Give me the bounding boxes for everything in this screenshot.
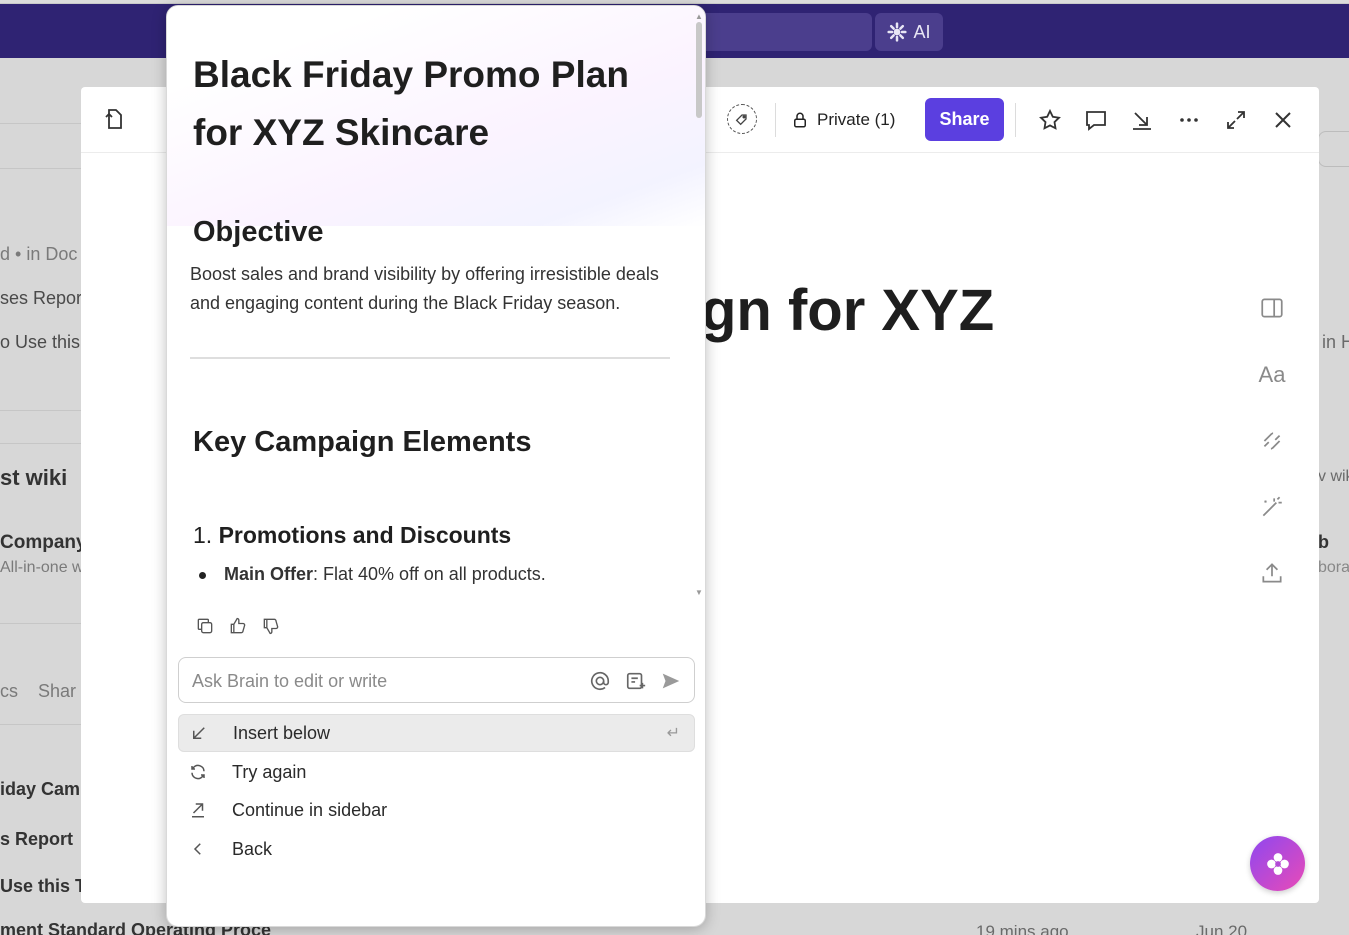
upload-icon[interactable] xyxy=(1257,558,1287,588)
send-icon[interactable] xyxy=(660,670,682,692)
divider xyxy=(0,410,82,411)
expand-icon[interactable] xyxy=(1223,107,1249,133)
list-item: Main Offer: Flat 40% off on all products… xyxy=(199,564,546,585)
bg-list-item: s Report xyxy=(0,829,74,849)
insert-below-option[interactable]: Insert below ↵ xyxy=(178,714,695,752)
star-icon[interactable] xyxy=(1037,107,1063,133)
thumbs-down-icon[interactable] xyxy=(261,616,281,636)
divider xyxy=(0,443,82,444)
scroll-up-icon[interactable]: ▲ xyxy=(695,12,703,21)
background-search-button xyxy=(1318,131,1349,167)
back-label: Back xyxy=(232,838,273,859)
bg-list-item: iday Camp xyxy=(0,779,92,799)
divider xyxy=(0,724,82,725)
template-icon[interactable] xyxy=(625,670,647,692)
bullet-text: : Flat 40% off on all products. xyxy=(313,564,546,584)
bullet-label: Main Offer xyxy=(224,564,314,584)
try-again-label: Try again xyxy=(232,761,307,782)
download-icon[interactable] xyxy=(1129,107,1155,133)
divider xyxy=(775,103,776,137)
copy-icon[interactable] xyxy=(195,616,215,636)
magic-wand-icon[interactable] xyxy=(1257,492,1287,522)
divider xyxy=(190,357,670,359)
objective-heading: Objective xyxy=(193,216,324,248)
comment-icon[interactable] xyxy=(1083,107,1109,133)
close-icon[interactable] xyxy=(1270,107,1296,133)
chevron-left-icon xyxy=(189,840,211,858)
tag-icon[interactable] xyxy=(727,104,757,134)
brain-fab-button[interactable] xyxy=(1250,836,1305,891)
objective-text: Boost sales and brand visibility by offe… xyxy=(190,264,659,313)
section-number: 1. xyxy=(193,522,213,548)
bg-right-text: bora xyxy=(1318,559,1349,576)
doc-switch-icon[interactable] xyxy=(101,106,127,132)
divider xyxy=(1015,103,1016,137)
continue-sidebar-label: Continue in sidebar xyxy=(232,799,388,820)
insert-below-label: Insert below xyxy=(233,722,331,743)
divider xyxy=(0,168,82,169)
global-search-bar[interactable] xyxy=(700,13,872,51)
bg-card-title: Company xyxy=(0,532,87,553)
divider xyxy=(0,623,82,624)
privacy-button[interactable]: Private (1) xyxy=(791,103,895,137)
layout-panel-icon[interactable] xyxy=(1257,293,1287,323)
ai-button-label: AI xyxy=(913,21,931,42)
divider xyxy=(0,123,82,124)
ask-brain-box xyxy=(178,657,695,703)
refresh-icon xyxy=(189,763,211,781)
share-button[interactable]: Share xyxy=(925,98,1004,141)
bg-card-sub: All-in-one w xyxy=(0,559,84,576)
bg-section-heading: st wiki xyxy=(0,465,68,490)
typography-icon[interactable]: Aa xyxy=(1257,360,1287,390)
thumbs-up-icon[interactable] xyxy=(228,616,248,636)
key-elements-heading: Key Campaign Elements xyxy=(193,426,532,458)
try-again-option[interactable]: Try again xyxy=(178,753,695,791)
bg-tab: cs Shar xyxy=(0,681,77,701)
arrow-up-right-icon xyxy=(189,801,211,819)
section-title: Promotions and Discounts xyxy=(218,522,512,548)
bg-right-text: in H xyxy=(1322,332,1349,352)
bg-list-item: Use this T xyxy=(0,876,87,896)
bg-right-text: b xyxy=(1318,532,1329,552)
ai-button[interactable]: AI xyxy=(875,13,943,51)
back-option[interactable]: Back xyxy=(178,830,695,868)
bg-row-text: ses Report xyxy=(0,288,88,308)
ai-brain-popup: ▲ ▼ Black Friday Promo Plan for XYZ Skin… xyxy=(166,5,706,927)
scroll-down-icon[interactable]: ▼ xyxy=(695,588,703,597)
bg-time: 19 mins ago xyxy=(976,922,1069,935)
typography-label: Aa xyxy=(1258,362,1286,387)
popup-scrollbar[interactable] xyxy=(696,22,702,118)
flower-icon xyxy=(1266,852,1289,875)
arrow-down-left-icon xyxy=(190,724,212,742)
feedback-toolbar xyxy=(195,616,281,636)
lock-icon xyxy=(794,112,806,128)
more-options-icon[interactable] xyxy=(1176,107,1202,133)
privacy-label: Private (1) xyxy=(817,110,896,129)
popup-title: Black Friday Promo Plan for XYZ Skincare xyxy=(193,54,629,153)
enter-key-icon: ↵ xyxy=(666,725,680,742)
bg-right-text: v wik xyxy=(1318,468,1349,485)
document-title[interactable]: gn for XYZ xyxy=(701,277,994,344)
mention-icon[interactable] xyxy=(589,670,611,692)
sync-icon[interactable] xyxy=(1257,426,1287,456)
ai-gear-icon xyxy=(887,22,908,42)
bg-row-text: d • in Doc xyxy=(0,244,78,264)
section-heading: 1. Promotions and Discounts xyxy=(193,522,511,549)
ask-brain-input[interactable] xyxy=(192,669,572,693)
bg-row-text: o Use this xyxy=(0,332,81,352)
bg-date: Jun 20 xyxy=(1196,922,1248,935)
continue-sidebar-option[interactable]: Continue in sidebar xyxy=(178,791,695,829)
